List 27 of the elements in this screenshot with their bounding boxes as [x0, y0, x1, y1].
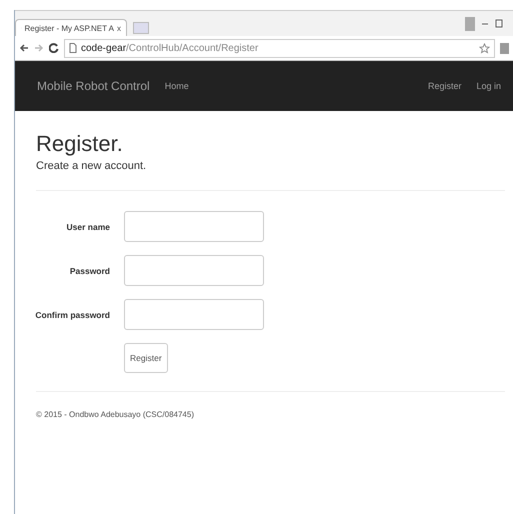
register-button[interactable]: Register — [124, 343, 168, 373]
nav-link[interactable]: Log in — [476, 81, 501, 91]
back-icon[interactable] — [19, 43, 29, 53]
page-title: Register. — [36, 131, 124, 157]
field-label: User name — [66, 222, 110, 232]
nav-link[interactable]: Register — [428, 81, 462, 91]
input-field[interactable] — [124, 211, 264, 242]
user-icon[interactable] — [465, 16, 475, 30]
url-text: code-gear/ControlHub/Account/Register — [81, 42, 258, 54]
reload-icon[interactable] — [49, 43, 59, 53]
browser-tab[interactable]: Register - My ASP.NET A x — [15, 19, 127, 36]
input-field[interactable] — [124, 299, 264, 330]
brand-link[interactable]: Mobile Robot Control — [37, 79, 150, 93]
page-subtitle: Create a new account. — [36, 160, 148, 172]
footer-text: © 2015 - Ondbwo Adebusayo (CSC/084745) — [36, 410, 195, 419]
input-field[interactable] — [124, 255, 264, 286]
nav-link[interactable]: Home — [164, 81, 189, 91]
field-label: Confirm password — [34, 310, 110, 320]
extension-icon[interactable] — [500, 42, 509, 54]
maximize-icon[interactable] — [495, 19, 503, 28]
address-bar[interactable]: code-gear/ControlHub/Account/Register — [64, 38, 495, 58]
tab-close-button[interactable]: x — [117, 24, 121, 32]
tab-title: Register - My ASP.NET A — [24, 24, 114, 32]
field-label: Password — [68, 266, 110, 276]
forward-icon[interactable] — [34, 43, 44, 53]
new-tab-button[interactable] — [133, 22, 149, 34]
star-icon[interactable] — [479, 42, 490, 54]
